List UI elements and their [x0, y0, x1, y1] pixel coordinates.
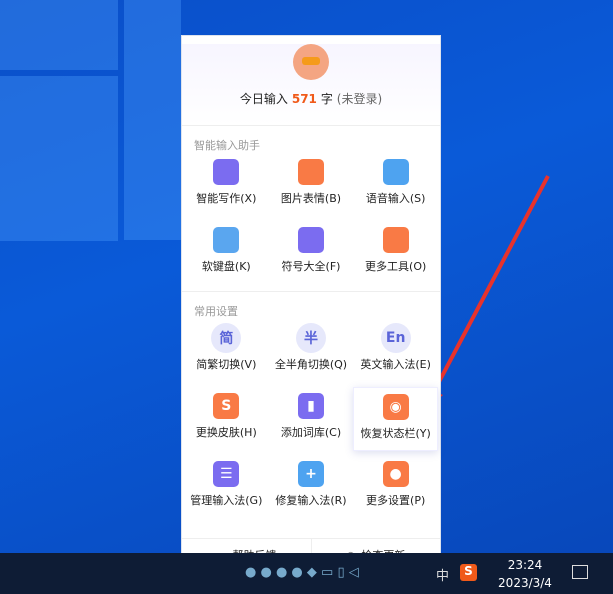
- toolbox-icon: +: [297, 461, 324, 487]
- glyph-0-icon: 简: [211, 323, 242, 353]
- smiley-icon: [297, 159, 324, 185]
- menu-item[interactable]: ◉ 恢复状态栏(Y): [353, 387, 438, 451]
- menu-item[interactable]: 简简繁切换(V): [184, 319, 269, 383]
- menu-item[interactable]: ☰ 管理输入法(G): [184, 455, 269, 519]
- menu-item-label: 修复输入法(R): [275, 494, 347, 507]
- char-count: 571: [291, 92, 317, 106]
- menu-item[interactable]: 语音输入(S): [353, 153, 438, 217]
- section-title-assistant: 智能输入助手: [194, 139, 260, 152]
- glyph-2-icon: En: [380, 323, 411, 353]
- menu-header: 今日输入 571 字 (未登录): [182, 44, 440, 126]
- menu-item-label: 管理输入法(G): [190, 494, 263, 507]
- date: 2023/3/4: [498, 576, 552, 590]
- menu-item-label: 符号大全(F): [281, 260, 341, 273]
- glyph-1-icon: 半: [295, 323, 326, 353]
- keyboard-icon: [213, 227, 240, 253]
- menu-item-label: 全半角切换(Q): [274, 358, 348, 371]
- menu-item-label: 英文输入法(E): [360, 358, 431, 371]
- notification-icon[interactable]: [572, 565, 588, 579]
- pen-icon: [213, 159, 240, 185]
- section-title-settings: 常用设置: [194, 305, 238, 318]
- menu-item[interactable]: 智能写作(X): [184, 153, 269, 217]
- ime-menu-panel: 今日输入 571 字 (未登录) 智能输入助手 智能写作(X) 图片表情(B) 语音输入…: [181, 35, 441, 572]
- menu-item-label: 恢复状态栏(Y): [360, 427, 431, 440]
- avatar[interactable]: [293, 44, 329, 80]
- menu-item-label: 更多设置(P): [366, 494, 426, 507]
- today-input-count: 今日输入 571 字 (未登录): [182, 90, 440, 107]
- hexagon-gear-icon: ●: [382, 461, 409, 487]
- menu-item-label: 更换皮肤(H): [195, 426, 257, 439]
- menu-item-label: 软键盘(K): [201, 260, 251, 273]
- menu-item-label: 添加词库(C): [280, 426, 342, 439]
- unit-label: 字: [320, 92, 333, 106]
- menu-item[interactable]: + 修复输入法(R): [269, 455, 354, 519]
- apps-icon: [382, 227, 409, 253]
- menu-item[interactable]: 软键盘(K): [184, 221, 269, 285]
- microphone-icon: [382, 159, 409, 185]
- tray-icons[interactable]: ● ● ● ● ◆ ▭ ▯ ◁: [245, 565, 359, 580]
- menu-item[interactable]: S 更换皮肤(H): [184, 387, 269, 451]
- menu-item[interactable]: 半全半角切换(Q): [269, 319, 354, 383]
- time: 23:24: [507, 558, 543, 572]
- menu-item[interactable]: ▮ 添加词库(C): [269, 387, 354, 451]
- eye-icon: ◉: [382, 394, 409, 420]
- login-status[interactable]: (未登录): [337, 92, 382, 106]
- today-label: 今日输入: [239, 92, 288, 106]
- ime-mode-indicator[interactable]: 中: [436, 565, 449, 584]
- menu-item-label: 语音输入(S): [365, 192, 426, 205]
- menu-item-label: 更多工具(O): [365, 260, 427, 273]
- menu-item[interactable]: 符号大全(F): [269, 221, 354, 285]
- sogou-tray-icon[interactable]: S: [460, 564, 477, 581]
- menu-item[interactable]: ● 更多设置(P): [353, 455, 438, 519]
- menu-item[interactable]: En 英文输入法(E): [353, 319, 438, 383]
- clock[interactable]: 23:24 2023/3/4: [490, 556, 560, 592]
- omega-icon: [297, 227, 324, 253]
- menu-item[interactable]: 图片表情(B): [269, 153, 354, 217]
- menu-item-label: 简繁切换(V): [196, 358, 257, 371]
- menu-item-label: 图片表情(B): [280, 192, 342, 205]
- menu-item-label: 智能写作(X): [196, 192, 257, 205]
- book-icon: ▮: [297, 393, 324, 419]
- menu-item[interactable]: 更多工具(O): [353, 221, 438, 285]
- tshirt-icon: S: [213, 393, 240, 419]
- sliders-icon: ☰: [213, 461, 240, 487]
